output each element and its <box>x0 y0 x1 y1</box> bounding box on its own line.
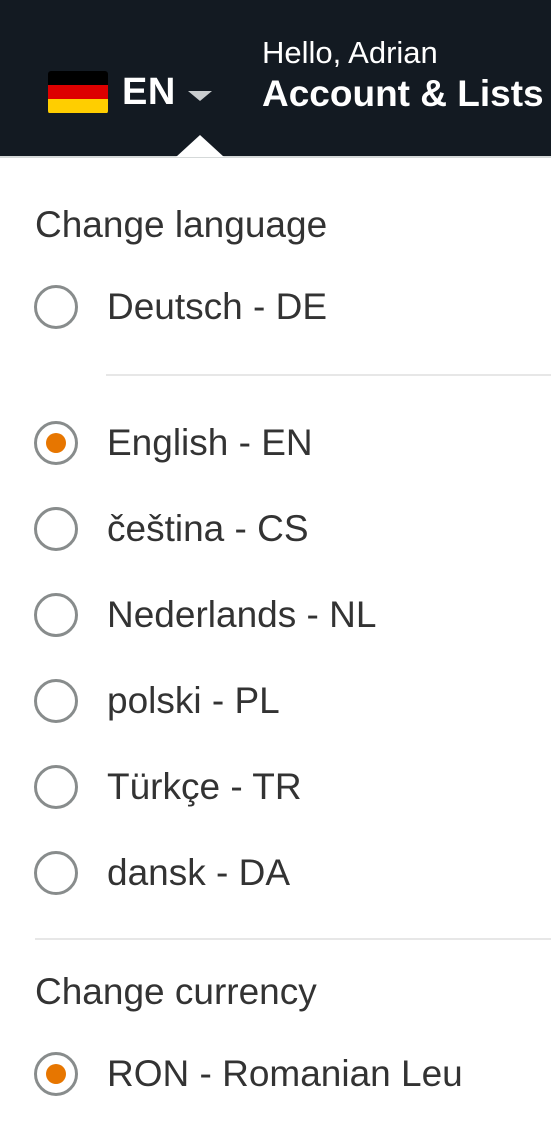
greeting-text: Hello, Adrian <box>262 35 438 70</box>
language-option-label: dansk - DA <box>107 852 291 893</box>
flyout-border <box>0 156 551 158</box>
change-language-heading: Change language <box>35 204 328 245</box>
language-option-cs[interactable]: čeština - CS <box>34 503 309 555</box>
language-option-label: čeština - CS <box>107 508 309 549</box>
language-currency-page: EN Hello, Adrian Account & Lists Change … <box>0 0 551 1122</box>
radio-button[interactable] <box>34 285 78 329</box>
radio-button[interactable] <box>34 765 78 809</box>
top-nav-bar: EN Hello, Adrian Account & Lists <box>0 0 551 156</box>
language-option-tr[interactable]: Türkçe - TR <box>34 761 302 813</box>
section-divider <box>35 938 551 940</box>
account-lists-label: Account & Lists <box>262 73 544 114</box>
language-option-nl[interactable]: Nederlands - NL <box>34 589 376 641</box>
radio-button-selected[interactable] <box>34 1052 78 1096</box>
radio-button[interactable] <box>34 593 78 637</box>
language-option-da[interactable]: dansk - DA <box>34 847 290 899</box>
radio-button[interactable] <box>34 851 78 895</box>
language-option-label: Deutsch - DE <box>107 286 328 327</box>
section-divider <box>106 374 551 376</box>
language-code: EN <box>122 70 176 113</box>
language-switcher[interactable]: EN <box>48 66 212 118</box>
language-option-label: Türkçe - TR <box>107 766 302 807</box>
language-option-en[interactable]: English - EN <box>34 417 313 469</box>
language-option-pl[interactable]: polski - PL <box>34 675 280 727</box>
germany-flag-icon <box>48 70 108 114</box>
radio-button[interactable] <box>34 507 78 551</box>
language-option-label: English - EN <box>107 422 313 463</box>
caret-down-icon <box>187 91 212 101</box>
language-option-label: Nederlands - NL <box>107 594 377 635</box>
radio-button-selected[interactable] <box>34 421 78 465</box>
radio-selected-dot <box>46 433 66 453</box>
currency-option-ron[interactable]: RON - Romanian Leu <box>34 1048 463 1100</box>
change-currency-heading: Change currency <box>35 971 317 1012</box>
account-menu[interactable]: Hello, Adrian Account & Lists <box>262 34 544 116</box>
radio-button[interactable] <box>34 679 78 723</box>
language-option-de[interactable]: Deutsch - DE <box>34 281 327 333</box>
radio-selected-dot <box>46 1064 66 1084</box>
flyout-pointer <box>176 135 224 157</box>
currency-option-label: RON - Romanian Leu <box>107 1053 463 1094</box>
language-option-label: polski - PL <box>107 680 280 721</box>
